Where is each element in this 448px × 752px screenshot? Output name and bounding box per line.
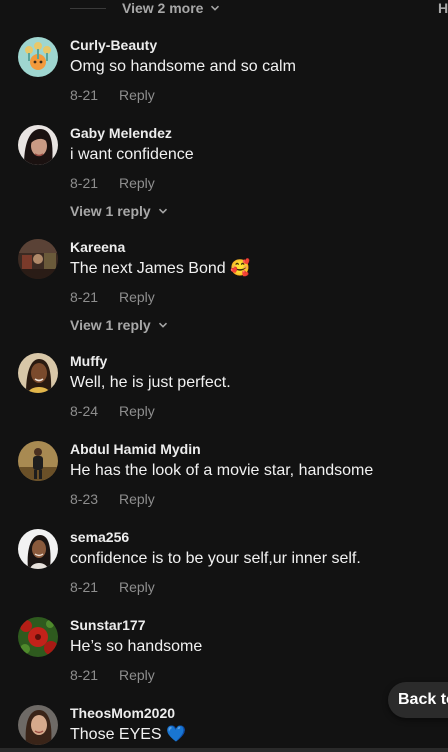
avatar[interactable] xyxy=(18,353,58,393)
thread-divider xyxy=(70,7,106,9)
comment-text: Omg so handsome and so calm xyxy=(70,58,296,75)
avatar-image xyxy=(18,125,58,165)
comment-text: confidence is to be your self,ur inner s… xyxy=(70,550,361,567)
view-more-label: View 2 more xyxy=(122,0,204,16)
comment-date: 8-21 xyxy=(70,579,99,595)
reply-button[interactable]: Reply xyxy=(119,175,155,191)
reply-button[interactable]: Reply xyxy=(119,403,155,419)
reply-button[interactable]: Reply xyxy=(119,87,155,103)
cutoff-text: H xyxy=(438,0,448,16)
avatar-image xyxy=(18,705,58,745)
comment-username[interactable]: Gaby Melendez xyxy=(70,125,448,141)
avatar-image xyxy=(18,441,58,481)
view-replies-button[interactable]: View 1 reply xyxy=(70,316,448,334)
comment-username[interactable]: Curly-Beauty xyxy=(70,37,448,53)
comment-date: 8-21 xyxy=(70,175,99,191)
comment-text: He’s so handsome xyxy=(70,638,203,655)
comment-text: The next James Bond 🥰 xyxy=(70,260,251,277)
comment-date: 8-21 xyxy=(70,667,99,683)
comment-username[interactable]: Kareena xyxy=(70,239,448,255)
avatar-image xyxy=(18,617,58,657)
chevron-down-icon xyxy=(158,322,167,328)
bottom-scrollbar xyxy=(0,748,448,752)
avatar-image xyxy=(18,353,58,393)
comment-date: 8-21 xyxy=(70,87,99,103)
chevron-down-icon xyxy=(158,208,167,214)
avatar[interactable] xyxy=(18,617,58,657)
view-replies-label: View 1 reply xyxy=(70,203,151,219)
chevron-down-icon xyxy=(211,5,220,11)
comment-username[interactable]: Sunstar177 xyxy=(70,617,448,633)
comments-panel: View 2 more H Curly-Beauty Omg so handso… xyxy=(0,0,448,752)
avatar[interactable] xyxy=(18,37,58,77)
comment-username[interactable]: sema256 xyxy=(70,529,448,545)
comment-date: 8-21 xyxy=(70,289,99,305)
reply-button[interactable]: Reply xyxy=(119,667,155,683)
avatar-image xyxy=(18,239,58,279)
comment-text: He has the look of a movie star, handsom… xyxy=(70,462,374,479)
comment-username[interactable]: Abdul Hamid Mydin xyxy=(70,441,448,457)
avatar-image xyxy=(18,529,58,569)
view-replies-button[interactable]: View 1 reply xyxy=(70,202,448,220)
comment-text: i want confidence xyxy=(70,146,194,163)
avatar[interactable] xyxy=(18,239,58,279)
comment-date: 8-23 xyxy=(70,491,99,507)
comment-text: Those EYES 💙 xyxy=(70,726,186,743)
avatar-image xyxy=(18,37,58,77)
view-replies-label: View 1 reply xyxy=(70,317,151,333)
avatar[interactable] xyxy=(18,529,58,569)
avatar[interactable] xyxy=(18,705,58,745)
reply-button[interactable]: Reply xyxy=(119,491,155,507)
comment-date: 8-24 xyxy=(70,403,99,419)
reply-button[interactable]: Reply xyxy=(119,289,155,305)
back-to-top-button[interactable]: Back to xyxy=(388,682,448,718)
view-more-replies-button[interactable]: View 2 more xyxy=(122,0,220,16)
top-replies-row: View 2 more xyxy=(70,0,220,16)
comment-username[interactable]: Muffy xyxy=(70,353,448,369)
avatar[interactable] xyxy=(18,125,58,165)
reply-button[interactable]: Reply xyxy=(119,579,155,595)
avatar[interactable] xyxy=(18,441,58,481)
comment-text: Well, he is just perfect. xyxy=(70,374,231,391)
